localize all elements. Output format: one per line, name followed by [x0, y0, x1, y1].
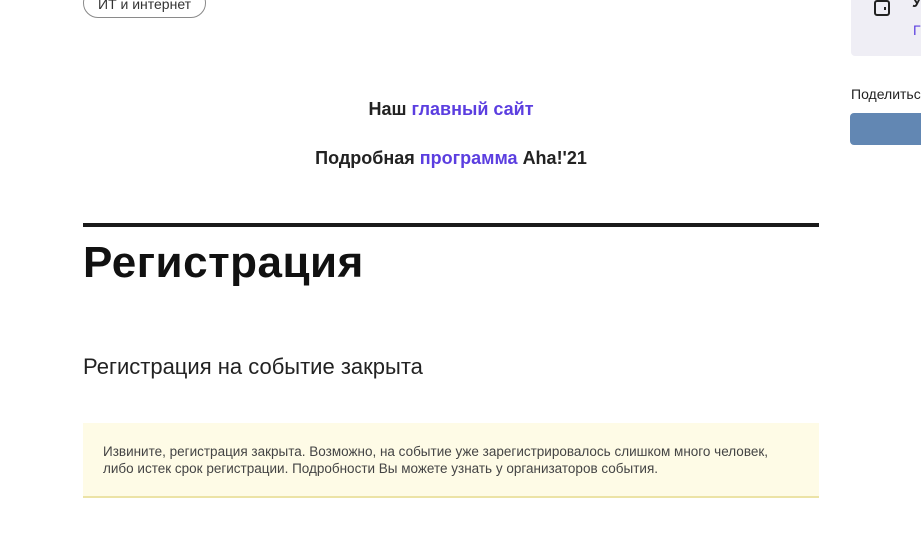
tag-it-internet[interactable]: ИТ и интернет: [83, 0, 207, 18]
page: ИТ и интернет Наш главный сайт Подробная…: [0, 0, 921, 546]
share-vk-button[interactable]: [850, 113, 921, 145]
program-line: Подробная программа Aha!'21: [83, 148, 819, 169]
sidebar-card-title: У: [912, 0, 921, 11]
section-divider: [83, 223, 819, 227]
registration-title: Регистрация: [83, 238, 364, 287]
program-suffix: Aha!'21: [522, 148, 587, 168]
main-site-link[interactable]: главный сайт: [412, 99, 534, 119]
registration-closed-notice: Извините, регистрация закрыта. Возможно,…: [83, 423, 819, 498]
program-link[interactable]: программа: [420, 148, 518, 168]
main-site-line: Наш главный сайт: [83, 99, 819, 120]
share-label: Поделиться: [851, 86, 921, 102]
program-prefix: Подробная: [315, 148, 415, 168]
sidebar-card-link[interactable]: Г: [913, 22, 921, 38]
registration-closed-heading: Регистрация на событие закрыта: [83, 354, 423, 379]
phone-icon: [874, 0, 890, 16]
main-site-prefix: Наш: [368, 99, 407, 119]
